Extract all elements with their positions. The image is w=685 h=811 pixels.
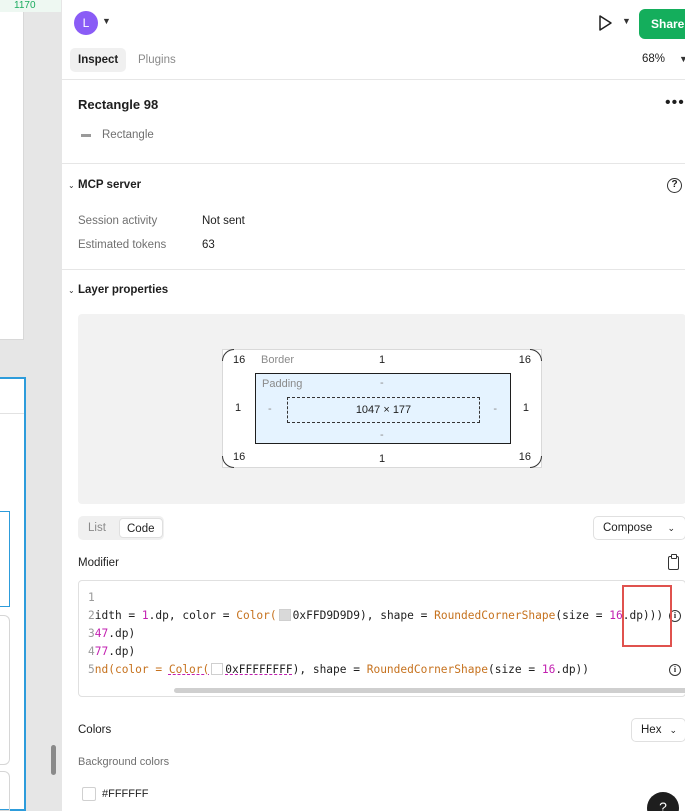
panel-tabs: Inspect Plugins 68% ▼ xyxy=(62,46,685,80)
help-icon[interactable]: ? xyxy=(667,178,682,193)
border-right-value: 1 xyxy=(522,402,529,414)
padding-label: Padding xyxy=(262,378,303,390)
estimated-tokens-value: 63 xyxy=(202,239,215,251)
layer-properties-title[interactable]: Layer properties xyxy=(78,284,168,296)
info-icon[interactable]: i xyxy=(669,664,681,676)
rectangle-icon xyxy=(81,134,91,137)
layer-properties-section: ⌄ Layer properties 16 16 16 16 Border 1 … xyxy=(62,270,685,811)
chevron-down-icon[interactable]: ⌄ xyxy=(68,181,75,190)
more-options-icon[interactable]: ••• xyxy=(665,94,685,112)
canvas-scrollbar[interactable] xyxy=(51,745,56,775)
chevron-down-icon: ⌄ xyxy=(669,725,677,735)
color-swatch xyxy=(278,609,291,621)
background-color-value[interactable]: #FFFFFF xyxy=(102,788,148,800)
layer-header: Rectangle 98 ••• Rectangle xyxy=(62,80,685,164)
padding-bottom-value: - xyxy=(380,429,384,441)
modifier-label: Modifier xyxy=(78,557,119,569)
background-color-swatch[interactable] xyxy=(82,787,96,801)
canvas-element[interactable] xyxy=(0,615,10,765)
chevron-down-icon[interactable]: ⌄ xyxy=(68,286,75,295)
padding-left-value: - xyxy=(268,403,272,415)
code-line: 2idth = 1.dp, color = Color(0xFFD9D9D9),… xyxy=(88,609,664,622)
canvas-element[interactable] xyxy=(0,511,10,607)
tab-plugins[interactable]: Plugins xyxy=(130,48,184,72)
annotation-highlight-box xyxy=(622,585,672,647)
design-canvas[interactable]: 1170 xyxy=(0,0,61,811)
colors-label: Colors xyxy=(78,724,112,736)
panel-topbar: L ▼ ▼ Share xyxy=(62,0,685,46)
framework-select[interactable]: Compose ⌄ xyxy=(593,516,685,540)
mcp-title[interactable]: MCP server xyxy=(78,179,141,191)
list-view-toggle[interactable]: List xyxy=(81,518,113,538)
layer-type: Rectangle xyxy=(102,129,154,141)
background-colors-label: Background colors xyxy=(78,756,170,768)
color-format-select[interactable]: Hex ⌄ xyxy=(631,718,685,742)
chevron-down-icon: ⌄ xyxy=(667,523,675,533)
session-activity-value: Not sent xyxy=(202,215,245,227)
border-bottom-value: 1 xyxy=(379,453,386,465)
box-model-padding: Padding - - - - 1047 × 177 xyxy=(255,373,511,444)
chevron-down-icon[interactable]: ▼ xyxy=(622,16,631,26)
padding-right-value: - xyxy=(493,403,497,415)
canvas-element[interactable] xyxy=(0,771,10,811)
mcp-section: ⌄ MCP server ? Session activity Not sent… xyxy=(62,164,685,270)
inspect-panel: L ▼ ▼ Share Inspect Plugins 68% ▼ Rectan… xyxy=(61,0,685,811)
chevron-down-icon[interactable]: ▼ xyxy=(102,16,111,26)
estimated-tokens-label: Estimated tokens xyxy=(78,239,167,251)
radius-top-left: 16 xyxy=(233,354,246,366)
corner-radius-icon xyxy=(530,456,542,468)
view-toggle: List Code xyxy=(78,516,164,540)
zoom-level[interactable]: 68% xyxy=(642,53,665,65)
canvas-divider xyxy=(0,413,24,414)
help-button[interactable]: ? xyxy=(647,792,679,811)
user-avatar[interactable]: L xyxy=(74,11,98,35)
session-activity-label: Session activity xyxy=(78,215,158,227)
color-swatch xyxy=(211,663,224,675)
chevron-down-icon[interactable]: ▼ xyxy=(679,54,685,64)
border-label: Border xyxy=(261,354,295,366)
padding-top-value: - xyxy=(380,377,384,389)
code-line: 347.dp) xyxy=(88,627,136,640)
copy-clipboard-icon[interactable] xyxy=(668,554,679,570)
corner-radius-icon xyxy=(530,349,542,361)
framework-value: Compose xyxy=(603,522,653,534)
code-line: 5nd(color = Color(0xFFFFFFFF), shape = R… xyxy=(88,663,590,676)
code-block[interactable]: 1 2idth = 1.dp, color = Color(0xFFD9D9D9… xyxy=(78,580,685,697)
radius-bottom-right: 16 xyxy=(518,451,531,463)
box-model-border: 16 16 16 16 Border 1 1 1 1 Padding - - -… xyxy=(222,349,542,468)
canvas-selected-frame[interactable] xyxy=(0,377,26,811)
code-line: 477.dp) xyxy=(88,645,136,658)
border-left-value: 1 xyxy=(235,402,242,414)
canvas-frame-top[interactable]: 1170 xyxy=(0,0,61,340)
color-format-value: Hex xyxy=(641,724,662,736)
radius-top-right: 16 xyxy=(518,354,531,366)
tab-inspect[interactable]: Inspect xyxy=(70,48,127,72)
border-top-value: 1 xyxy=(379,354,386,366)
share-button[interactable]: Share xyxy=(639,9,685,39)
content-size: 1047 × 177 xyxy=(287,397,480,423)
radius-bottom-left: 16 xyxy=(233,451,246,463)
play-icon[interactable] xyxy=(595,13,615,33)
code-view-toggle[interactable]: Code xyxy=(119,518,163,538)
code-line: 1 xyxy=(88,591,95,604)
ruler-number: 1170 xyxy=(14,0,36,11)
code-horizontal-scrollbar[interactable] xyxy=(174,688,685,693)
box-model-area: 16 16 16 16 Border 1 1 1 1 Padding - - -… xyxy=(78,314,685,504)
layer-title: Rectangle 98 xyxy=(78,97,159,112)
